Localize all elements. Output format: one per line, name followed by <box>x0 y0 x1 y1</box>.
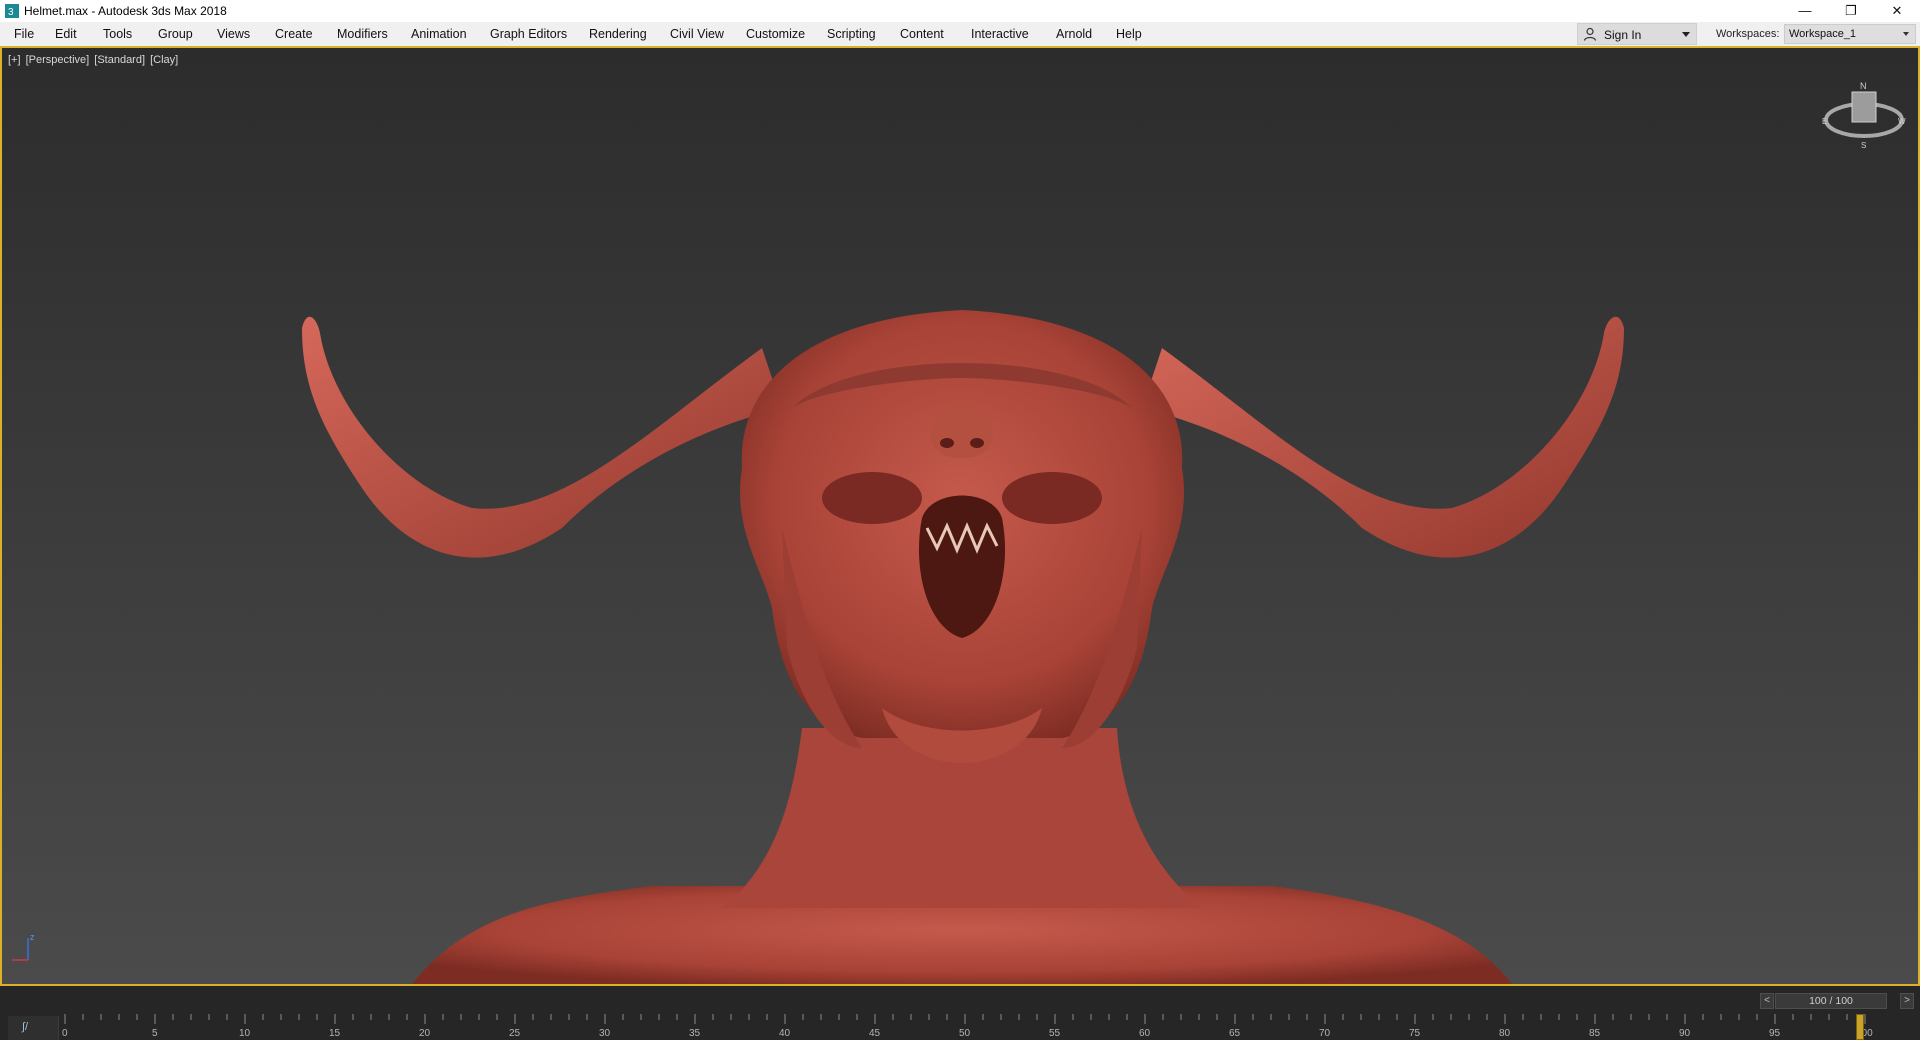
menu-views[interactable]: Views <box>217 27 250 41</box>
chevron-down-icon <box>1903 32 1909 36</box>
ruler-tick-label: 20 <box>419 1028 431 1039</box>
menu-modifiers[interactable]: Modifiers <box>337 27 388 41</box>
menu-rendering[interactable]: Rendering <box>589 27 647 41</box>
ruler-tick-label: 95 <box>1769 1028 1781 1039</box>
menu-civil-view[interactable]: Civil View <box>670 27 724 41</box>
ruler-tick-label: 75 <box>1409 1028 1421 1039</box>
viewport-display-style[interactable]: [Clay] <box>150 54 178 66</box>
window-title: Helmet.max - Autodesk 3ds Max 2018 <box>24 4 227 18</box>
axis-tripod-icon: z <box>12 932 35 961</box>
timeline-ruler[interactable]: 0 5 10 15 20 25 30 35 40 45 50 55 60 65 70 75 80 85 90 95 10… <box>60 1014 1920 1040</box>
time-slider-bar: < 100 / 100 > ∫/ 0 5 10 15 20 25 30 35 40 45 50 55 6… <box>0 986 1920 1040</box>
menu-file[interactable]: File <box>14 27 34 41</box>
ruler-tick-label: 60 <box>1139 1028 1151 1039</box>
menu-scripting[interactable]: Scripting <box>827 27 876 41</box>
menu-content[interactable]: Content <box>900 27 944 41</box>
frame-counter[interactable]: 100 / 100 <box>1775 993 1887 1009</box>
ruler-tick-label: 70 <box>1319 1028 1331 1039</box>
menu-group[interactable]: Group <box>158 27 193 41</box>
menu-graph-editors[interactable]: Graph Editors <box>490 27 567 41</box>
menu-interactive[interactable]: Interactive <box>971 27 1029 41</box>
menu-create[interactable]: Create <box>275 27 313 41</box>
ruler-tick-label: 80 <box>1499 1028 1511 1039</box>
ruler-tick-label: 50 <box>959 1028 971 1039</box>
ruler-tick-label: 35 <box>689 1028 701 1039</box>
demon-bust-model[interactable] <box>2 48 1918 984</box>
workspace-value: Workspace_1 <box>1789 28 1857 40</box>
viewport-view-name[interactable]: [Perspective] <box>26 54 90 66</box>
viewport-menu-plus[interactable]: [+] <box>8 54 21 66</box>
ruler-tick-label: 85 <box>1589 1028 1601 1039</box>
ruler-tick-label: 45 <box>869 1028 881 1039</box>
track-bar-toggle[interactable]: ∫/ <box>8 1016 59 1040</box>
curve-editor-icon: ∫/ <box>22 1021 29 1033</box>
3ds-max-icon: 3 <box>5 4 19 18</box>
menu-tools[interactable]: Tools <box>103 27 132 41</box>
workspace-select[interactable]: Workspace_1 <box>1784 24 1916 44</box>
ruler-tick-label: 90 <box>1679 1028 1691 1039</box>
menu-customize[interactable]: Customize <box>746 27 805 41</box>
svg-text:S: S <box>1861 141 1866 150</box>
axis-z-label: z <box>30 932 35 942</box>
prev-frame-button[interactable]: < <box>1760 993 1774 1009</box>
svg-text:N: N <box>1860 81 1867 91</box>
ruler-tick-label: 5 <box>152 1028 158 1039</box>
perspective-viewport[interactable]: [+] [Perspective] [Standard] [Clay] N E … <box>0 46 1920 986</box>
time-slider-handle[interactable] <box>1856 1014 1864 1040</box>
svg-text:W: W <box>1898 117 1906 126</box>
close-icon[interactable]: ✕ <box>1874 0 1920 22</box>
restore-icon[interactable]: ❐ <box>1828 0 1874 22</box>
ruler-tick-label: 15 <box>329 1028 341 1039</box>
sign-in-label: Sign In <box>1604 28 1642 42</box>
viewcube-icon[interactable]: N E W S <box>1820 78 1908 152</box>
ruler-tick-label: 0 <box>62 1028 68 1039</box>
sign-in-dropdown[interactable]: Sign In <box>1577 23 1697 45</box>
svg-text:E: E <box>1822 117 1827 126</box>
menu-help[interactable]: Help <box>1116 27 1142 41</box>
ruler-tick-label: 10 <box>239 1028 251 1039</box>
minimize-icon[interactable]: — <box>1782 0 1828 22</box>
ruler-tick-label: 40 <box>779 1028 791 1039</box>
svg-text:3: 3 <box>8 7 14 18</box>
next-frame-button[interactable]: > <box>1900 993 1914 1009</box>
chevron-down-icon <box>1682 32 1690 37</box>
menu-arnold[interactable]: Arnold <box>1056 27 1092 41</box>
ruler-tick-label: 30 <box>599 1028 611 1039</box>
ruler-tick-label: 25 <box>509 1028 521 1039</box>
ruler-tick-label: 65 <box>1229 1028 1241 1039</box>
menu-animation[interactable]: Animation <box>411 27 467 41</box>
menu-edit[interactable]: Edit <box>55 27 77 41</box>
user-icon <box>1583 27 1597 41</box>
title-bar: 3 Helmet.max - Autodesk 3ds Max 2018 — ❐… <box>0 0 1920 22</box>
workspaces-label: Workspaces: <box>1716 28 1780 40</box>
viewport-shading-mode[interactable]: [Standard] <box>94 54 145 66</box>
ruler-tick-label: 55 <box>1049 1028 1061 1039</box>
menu-bar: File Edit Tools Group Views Create Modif… <box>0 22 1920 46</box>
viewport-label[interactable]: [+] [Perspective] [Standard] [Clay] <box>8 54 180 66</box>
